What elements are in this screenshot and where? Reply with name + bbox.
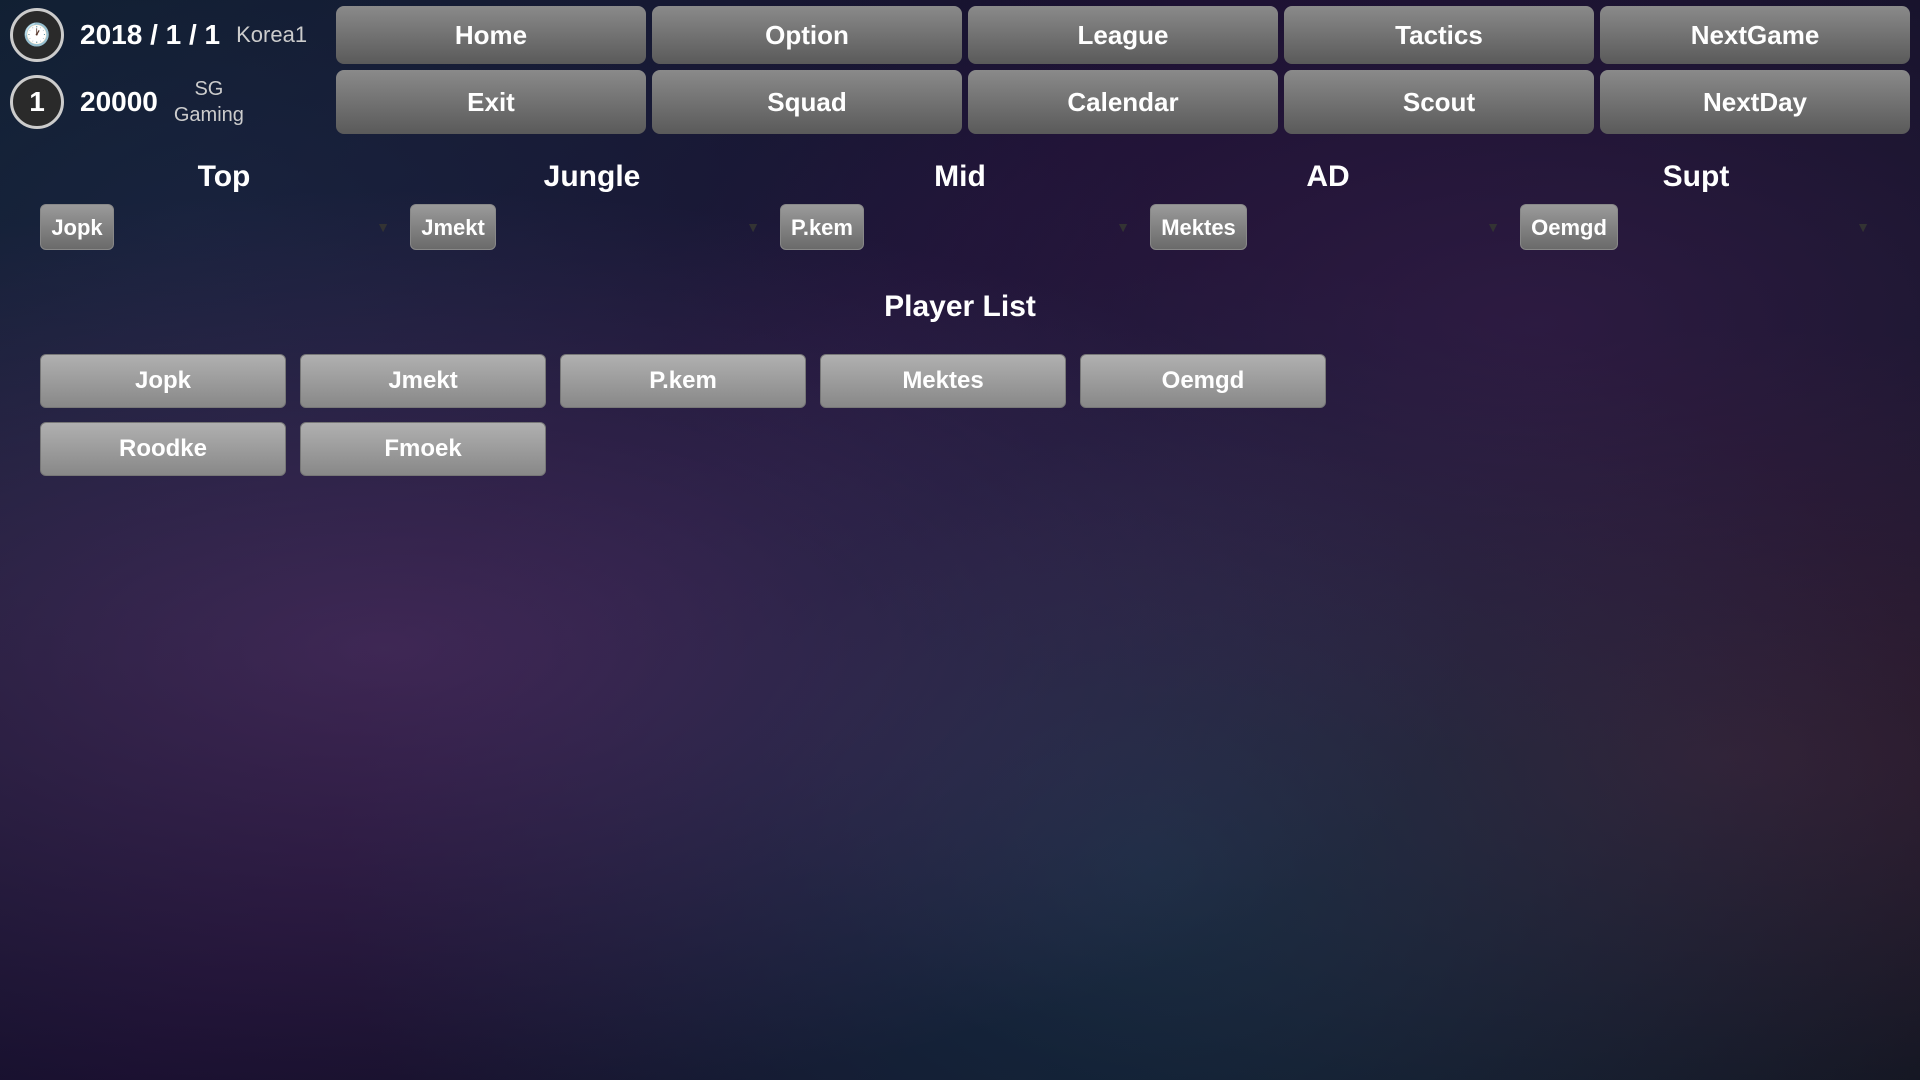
player-list-section: Player List Jopk Jmekt P.kem Mektes Oemg… (0, 260, 1920, 496)
player-jmekt[interactable]: Jmekt (300, 354, 546, 408)
player-grid: Jopk Jmekt P.kem Mektes Oemgd Roodke Fmo… (40, 354, 1880, 476)
supt-label: Supt (1512, 160, 1880, 194)
clock-icon: 🕐 (10, 8, 64, 62)
nextgame-button[interactable]: NextGame (1600, 6, 1910, 64)
rank-badge: 1 (10, 75, 64, 129)
nav-row-2: Exit Squad Calendar Scout NextDay (336, 70, 1910, 134)
mid-select[interactable]: P.kem (780, 204, 864, 250)
team-name: SG Gaming (174, 76, 244, 128)
home-button[interactable]: Home (336, 6, 646, 64)
position-headers: Top Jungle Mid AD Supt (40, 160, 1880, 194)
team-info-section: 1 20000 SG Gaming (10, 70, 330, 134)
positions-section: Top Jungle Mid AD Supt Jopk Jmekt P.kem (0, 140, 1920, 260)
scout-button[interactable]: Scout (1284, 70, 1594, 134)
player-pkem[interactable]: P.kem (560, 354, 806, 408)
mid-select-wrapper: P.kem (780, 204, 1140, 250)
supt-select[interactable]: Oemgd (1520, 204, 1618, 250)
calendar-button[interactable]: Calendar (968, 70, 1278, 134)
exit-button[interactable]: Exit (336, 70, 646, 134)
option-button[interactable]: Option (652, 6, 962, 64)
player-fmoek[interactable]: Fmoek (300, 422, 546, 476)
ad-select[interactable]: Mektes (1150, 204, 1247, 250)
squad-button[interactable]: Squad (652, 70, 962, 134)
position-selects: Jopk Jmekt P.kem Mektes Oemgd (40, 204, 1880, 250)
jungle-select-wrapper: Jmekt (410, 204, 770, 250)
player-list-title: Player List (40, 290, 1880, 324)
region-display: Korea1 (236, 22, 307, 48)
jungle-select[interactable]: Jmekt (410, 204, 496, 250)
player-row-1: Jopk Jmekt P.kem Mektes Oemgd (40, 354, 1880, 408)
nextday-button[interactable]: NextDay (1600, 70, 1910, 134)
top-select-wrapper: Jopk (40, 204, 400, 250)
ad-select-wrapper: Mektes (1150, 204, 1510, 250)
player-row-2: Roodke Fmoek (40, 422, 1880, 476)
tactics-button[interactable]: Tactics (1284, 6, 1594, 64)
league-button[interactable]: League (968, 6, 1278, 64)
nav-row-1: Home Option League Tactics NextGame (336, 6, 1910, 64)
jungle-label: Jungle (408, 160, 776, 194)
date-display: 2018 / 1 / 1 (80, 19, 220, 51)
player-roodke[interactable]: Roodke (40, 422, 286, 476)
money-display: 20000 (80, 86, 158, 118)
top-label: Top (40, 160, 408, 194)
supt-select-wrapper: Oemgd (1520, 204, 1880, 250)
mid-label: Mid (776, 160, 1144, 194)
ad-label: AD (1144, 160, 1512, 194)
header-info: 🕐 2018 / 1 / 1 Korea1 (10, 6, 330, 64)
top-select[interactable]: Jopk (40, 204, 114, 250)
player-oemgd[interactable]: Oemgd (1080, 354, 1326, 408)
player-jopk[interactable]: Jopk (40, 354, 286, 408)
player-mektes[interactable]: Mektes (820, 354, 1066, 408)
